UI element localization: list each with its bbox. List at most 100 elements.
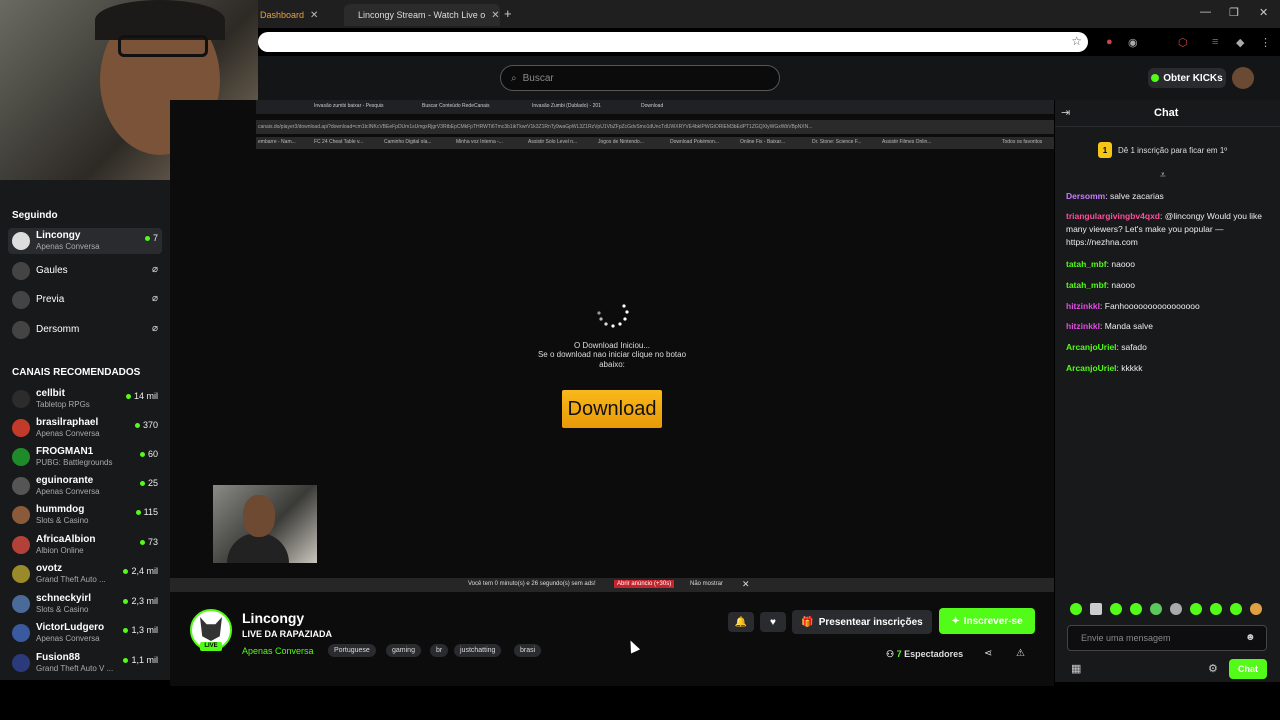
search-input[interactable]: ⌕ Buscar [500, 65, 780, 91]
chat-send-button[interactable]: Chat [1229, 659, 1267, 679]
bookmark-star-icon[interactable]: ☆ [1071, 34, 1082, 48]
channel-category: Apenas Conversa [36, 242, 100, 251]
report-icon[interactable]: ⚠ [1016, 648, 1025, 659]
new-tab-button[interactable]: + [504, 6, 512, 21]
tag[interactable]: Portuguese [328, 644, 376, 657]
extension-icon[interactable]: ● [1106, 36, 1113, 48]
tab-title: Lincongy Stream - Watch Live o [358, 10, 486, 20]
chat-username[interactable]: tatah_mbf [1066, 259, 1107, 269]
sidebar-item-ovotz[interactable]: ovotz Grand Theft Auto ... 2,4 mil [8, 561, 162, 587]
close-icon[interactable]: ✕ [491, 10, 499, 21]
get-kicks-button[interactable]: Obter KICKs [1148, 68, 1226, 88]
medal-icon: 1 [1098, 142, 1112, 158]
tag[interactable]: brasi [514, 644, 542, 657]
chat-text: safado [1121, 342, 1147, 352]
avatar [12, 536, 30, 554]
emote-icon[interactable] [1110, 603, 1122, 615]
avatar[interactable] [1232, 67, 1254, 89]
emote-icon[interactable] [1250, 603, 1262, 615]
store-icon[interactable]: ▦ [1071, 662, 1081, 675]
sidebar-item-hummdog[interactable]: hummdog Slots & Casino 115 [8, 502, 162, 528]
sidebar-item-previa[interactable]: Previa ⌀ [8, 287, 162, 313]
users-icon: ⚇ [886, 649, 895, 659]
channel-category: PUBG: Battlegrounds [36, 458, 113, 467]
chat-username[interactable]: ArcanjoUriel [1066, 342, 1117, 352]
star-icon: ✦ [951, 615, 960, 627]
sidebar-item-victorludgero[interactable]: VictorLudgero Apenas Conversa 1,3 mil [8, 620, 162, 646]
notification-bell-icon[interactable]: 🔔 [728, 612, 754, 632]
avatar [12, 506, 30, 524]
emote-icon[interactable] [1190, 603, 1202, 615]
extension-icon[interactable]: ◆ [1236, 36, 1244, 49]
collapse-chat-icon[interactable]: ⇥ [1061, 106, 1070, 119]
sidebar-item-dersomm[interactable]: Dersomm ⌀ [8, 317, 162, 343]
inner-tab: Download [641, 103, 664, 109]
extension-icon[interactable]: ≡ [1212, 36, 1218, 48]
viewer-number: 7 [896, 649, 902, 659]
stream-category[interactable]: Apenas Conversa [242, 646, 314, 656]
close-icon[interactable]: ✕ [310, 10, 318, 21]
chat-username[interactable]: hitzinkkl [1066, 321, 1100, 331]
sidebar-item-gaules[interactable]: Gaules ⌀ [8, 258, 162, 284]
channel-name: Gaules [36, 265, 68, 276]
emoji-icon[interactable]: ☻ [1245, 632, 1256, 643]
offline-icon: ⌀ [151, 264, 158, 275]
subscribe-button[interactable]: ✦ Inscrever-se [939, 608, 1035, 634]
viewer-count: 1,3 mil [123, 625, 158, 635]
emote-icon[interactable] [1070, 603, 1082, 615]
sidebar-item-schneckyirl[interactable]: schneckyirl Slots & Casino 2,3 mil [8, 591, 162, 617]
extension-icon[interactable]: ⬡ [1178, 36, 1188, 49]
channel-name: hummdog [36, 504, 85, 515]
download-button[interactable]: Download [562, 390, 662, 428]
chat-username[interactable]: triangulargivingbv4qxd [1066, 211, 1160, 221]
gear-icon[interactable]: ⚙ [1208, 662, 1218, 675]
avatar [12, 477, 30, 495]
sidebar-item-fusion88[interactable]: Fusion88 Grand Theft Auto V ... 1,1 mil [8, 650, 162, 676]
tag[interactable]: br [430, 644, 449, 657]
tag[interactable]: gaming [386, 644, 421, 657]
chat-username[interactable]: tatah_mbf [1066, 280, 1107, 290]
sidebar-item-frogman1[interactable]: FROGMAN1 PUBG: Battlegrounds 60 [8, 444, 162, 470]
chat-username[interactable]: ArcanjoUriel [1066, 363, 1117, 373]
close-icon[interactable]: ✕ [742, 579, 750, 590]
browser-tab-active[interactable]: Lincongy Stream - Watch Live o ✕ [344, 4, 500, 26]
sidebar-item-lincongy[interactable]: Lincongy Apenas Conversa 7 [8, 228, 162, 254]
minimize-icon[interactable]: — [1200, 6, 1211, 18]
chat-text: naooo [1111, 259, 1135, 269]
browser-tab-dashboard[interactable]: Dashboard ✕ [252, 4, 342, 26]
viewer-count: 25 [139, 478, 158, 488]
gift-subs-button[interactable]: 🎁 Presentear inscrições [792, 610, 932, 634]
avatar [12, 321, 30, 339]
emote-icon[interactable] [1150, 603, 1162, 615]
share-icon[interactable]: ⋖ [984, 648, 992, 659]
emote-icon[interactable] [1210, 603, 1222, 615]
sidebar-item-cellbit[interactable]: cellbit Tabletop RPGs 14 mil [8, 386, 162, 412]
channel-name[interactable]: Lincongy [242, 610, 304, 626]
sidebar-item-brasilraphael[interactable]: brasilraphael Apenas Conversa 370 [8, 415, 162, 441]
emote-icon[interactable] [1170, 603, 1182, 615]
ad-hide-checkbox[interactable]: Não mostrar [690, 581, 723, 587]
emote-bar [1068, 603, 1266, 617]
address-bar[interactable]: ☆ [258, 32, 1088, 52]
offline-icon: ⌀ [151, 323, 158, 334]
sidebar-item-eguinorante[interactable]: eguinorante Apenas Conversa 25 [8, 473, 162, 499]
gift-leaderboard[interactable]: 1 Dê 1 inscrição para ficar em 1º [1098, 142, 1227, 158]
pip-body [227, 533, 289, 563]
viewer-count: 60 [139, 449, 158, 459]
chat-message: tatah_mbf: naooo [1066, 280, 1135, 290]
chat-message-input[interactable]: Envie uma mensagem [1067, 625, 1267, 651]
menu-icon[interactable]: ⋮ [1260, 36, 1271, 49]
emote-icon[interactable] [1130, 603, 1142, 615]
extension-icon[interactable]: ◉ [1128, 36, 1138, 49]
sidebar-item-africaalbion[interactable]: AfricaAlbion Albion Online 73 [8, 532, 162, 558]
emote-icon[interactable] [1090, 603, 1102, 615]
pinned-expand-icon[interactable]: ⩡ [1160, 170, 1166, 181]
heart-icon[interactable]: ♥ [760, 612, 786, 632]
emote-icon[interactable] [1230, 603, 1242, 615]
chat-username[interactable]: Dersomm [1066, 191, 1105, 201]
chat-username[interactable]: hitzinkkl [1066, 301, 1100, 311]
tag[interactable]: justchatting [454, 644, 502, 657]
maximize-icon[interactable]: ❐ [1229, 6, 1239, 19]
ad-open-button[interactable]: Abrir anúncio (+30s) [614, 580, 675, 588]
window-close-icon[interactable]: ✕ [1259, 6, 1268, 19]
